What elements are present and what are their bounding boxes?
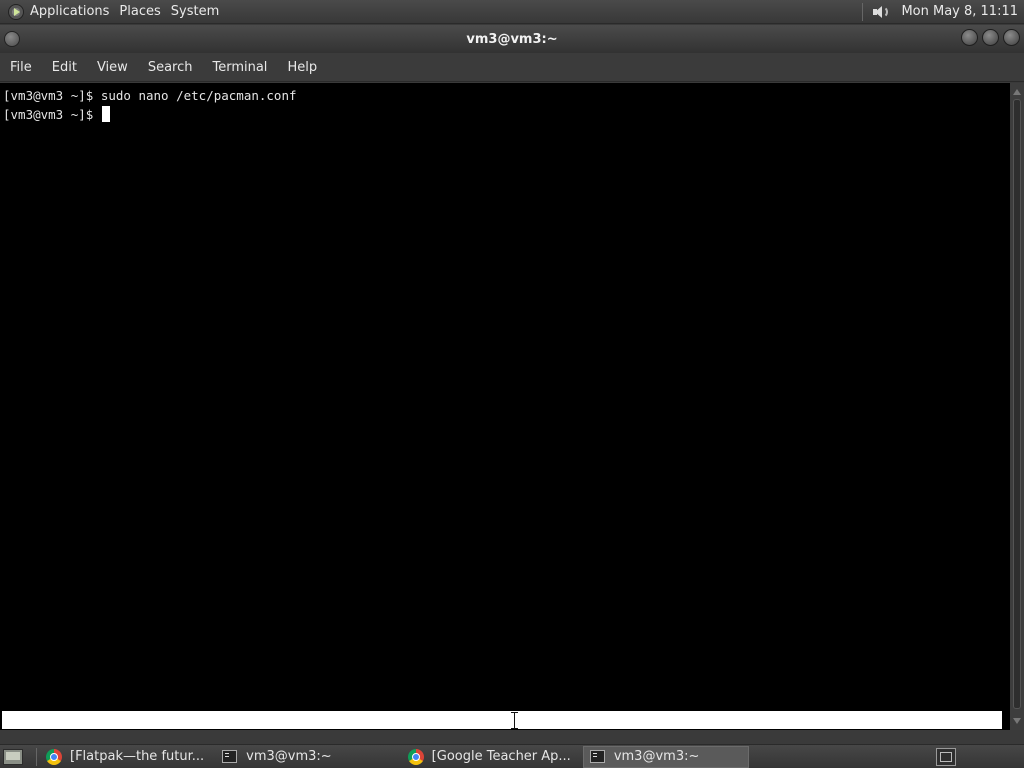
terminal-line: [vm3@vm3 ~]$	[3, 105, 1007, 124]
system-tray: Mon May 8, 11:11	[862, 0, 1024, 24]
applications-menu-label: Applications	[30, 4, 110, 19]
bottom-panel: [Flatpak—the futur... vm3@vm3:~ [Google …	[0, 744, 1024, 768]
taskbar-item-terminal[interactable]: vm3@vm3:~	[216, 746, 338, 768]
taskbar-item-label: [Google Teacher Ap...	[431, 749, 571, 764]
applications-icon	[8, 3, 24, 20]
tray-separator	[862, 2, 864, 21]
terminal-prompt: [vm3@vm3 ~]$	[3, 107, 101, 122]
taskbar-item-label: vm3@vm3:~	[613, 749, 700, 764]
window-title: vm3@vm3:~	[466, 31, 558, 47]
scrollbar-thumb[interactable]	[1013, 99, 1021, 709]
chrome-icon	[46, 748, 62, 765]
clock[interactable]: Mon May 8, 11:11	[901, 4, 1024, 19]
terminal-line-text: [vm3@vm3 ~]$ sudo nano /etc/pacman.conf	[3, 88, 297, 103]
terminal-icon	[222, 750, 238, 763]
menubar: File Edit View Search Terminal Help	[0, 53, 1024, 82]
menu-search[interactable]: Search	[138, 53, 203, 82]
window-titlebar[interactable]: vm3@vm3:~	[0, 25, 1024, 53]
chrome-icon	[407, 748, 424, 765]
window-menu-icon[interactable]	[4, 31, 20, 47]
taskbar-item-google-teacher[interactable]: [Google Teacher Ap...	[402, 746, 577, 768]
applications-menu[interactable]: Applications	[0, 0, 114, 24]
menu-file[interactable]: File	[0, 53, 42, 82]
minimize-button[interactable]	[961, 29, 978, 46]
taskbar-separator	[36, 747, 37, 766]
taskbar-item-label: [Flatpak—the futur...	[70, 749, 205, 764]
scroll-down-icon[interactable]	[1013, 718, 1021, 724]
menu-help[interactable]: Help	[277, 53, 327, 82]
ibeam-cursor-icon	[511, 712, 518, 729]
taskbar-item-label: vm3@vm3:~	[246, 749, 332, 764]
menu-edit[interactable]: Edit	[42, 53, 87, 82]
close-button[interactable]	[1003, 29, 1020, 46]
volume-icon[interactable]	[869, 3, 891, 21]
terminal-line: [vm3@vm3 ~]$ sudo nano /etc/pacman.conf	[3, 86, 1007, 105]
workspace-switcher-icon[interactable]	[936, 747, 956, 766]
window-controls	[961, 29, 1020, 46]
terminal-icon	[589, 750, 605, 763]
scroll-up-icon[interactable]	[1013, 89, 1021, 95]
top-panel: Applications Places System Mon May 8, 11…	[0, 0, 1024, 24]
taskbar-item-terminal-active[interactable]: vm3@vm3:~	[582, 745, 749, 768]
places-menu[interactable]: Places	[114, 0, 165, 24]
terminal-output[interactable]: [vm3@vm3 ~]$ sudo nano /etc/pacman.conf …	[0, 83, 1010, 712]
input-strip[interactable]	[2, 711, 1002, 729]
menu-view[interactable]: View	[87, 53, 138, 82]
system-menu[interactable]: System	[166, 0, 224, 24]
menu-terminal[interactable]: Terminal	[202, 53, 277, 82]
terminal-scrollbar[interactable]	[1010, 83, 1024, 730]
show-desktop-icon[interactable]	[3, 748, 23, 765]
taskbar-item-flatpak[interactable]: [Flatpak—the futur...	[40, 746, 210, 768]
text-cursor	[101, 106, 110, 122]
maximize-button[interactable]	[982, 29, 999, 46]
